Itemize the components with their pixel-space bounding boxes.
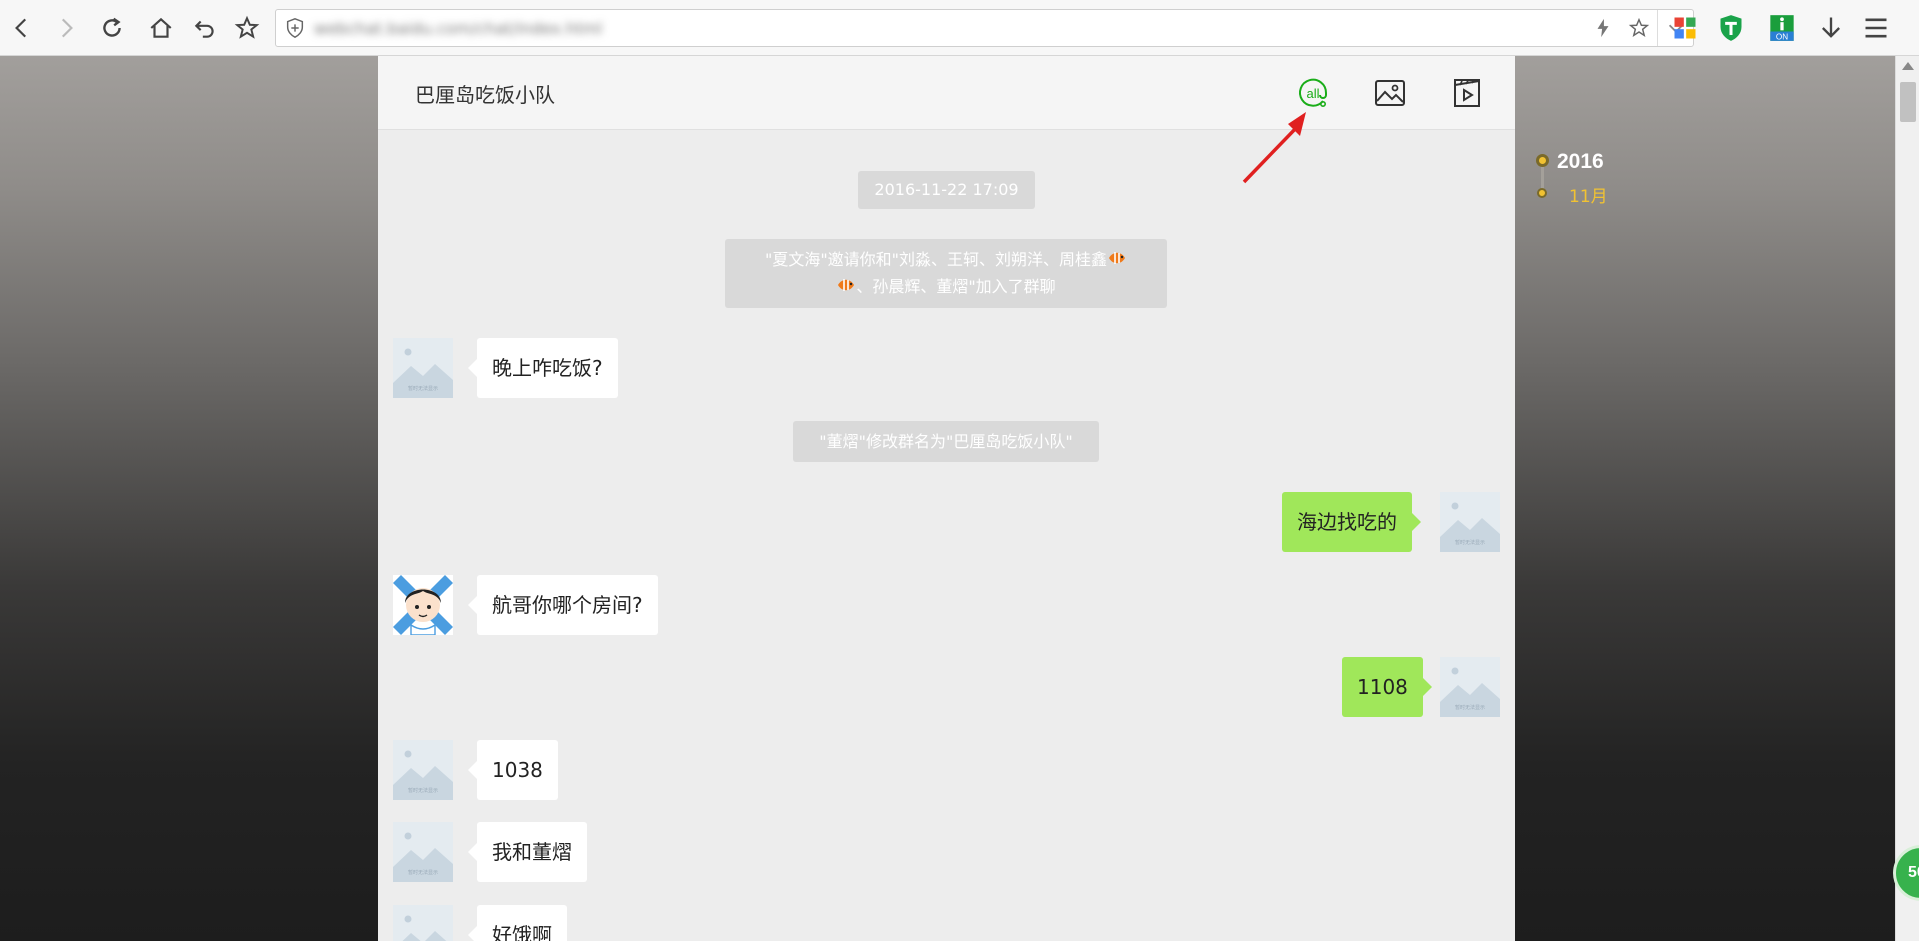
system-message-rename: "董熠"修改群名为"巴厘岛吃饭小队": [793, 421, 1099, 462]
fish-emoji-icon: [838, 279, 855, 291]
message-bubble-left[interactable]: 1038: [468, 740, 558, 800]
date-timeline: 2016 11月: [1535, 150, 1635, 210]
avatar-placeholder-text: 暂时无法显示: [408, 869, 438, 876]
url-text[interactable]: webchat.baidu.com/chat/index.html: [314, 18, 602, 40]
image-icon[interactable]: [1371, 74, 1409, 112]
message-bubble-left[interactable]: 晚上咋吃饭?: [468, 338, 618, 398]
shield-t-icon[interactable]: [1713, 10, 1749, 46]
menu-icon[interactable]: [1858, 10, 1894, 46]
apps-grid-icon[interactable]: [1667, 10, 1703, 46]
scroll-up-icon[interactable]: [1902, 62, 1914, 70]
at-all-label: all: [1306, 86, 1319, 101]
scroll-thumb[interactable]: [1900, 82, 1916, 122]
ext-on-label: ON: [1776, 33, 1788, 42]
avatar-placeholder[interactable]: 暂时无法显示: [393, 740, 453, 800]
info-on-icon[interactable]: ON: [1764, 10, 1800, 46]
system-message-text: "夏文海"邀请你和"刘淼、王轲、刘朔洋、周桂鑫: [764, 250, 1108, 269]
chat-title: 巴厘岛吃饭小队: [415, 83, 555, 107]
back-icon[interactable]: [4, 10, 40, 46]
avatar-cartoon-boy[interactable]: [393, 575, 453, 635]
avatar-placeholder-text: 暂时无法显示: [1455, 539, 1485, 546]
download-icon[interactable]: [1813, 10, 1849, 46]
avatar-placeholder[interactable]: 暂时无法显示: [1440, 492, 1500, 552]
avatar-placeholder-text: 暂时无法显示: [1455, 704, 1485, 711]
star-icon[interactable]: [1621, 10, 1657, 46]
chat-header: 巴厘岛吃饭小队 all: [378, 56, 1515, 130]
system-message-line: 、孙晨辉、董熠"加入了群聊: [735, 273, 1157, 300]
avatar-placeholder-text: 暂时无法显示: [408, 385, 438, 392]
fish-emoji-icon: [1109, 252, 1126, 264]
system-message-text: 、孙晨辉、董熠"加入了群聊: [856, 277, 1056, 296]
address-bar[interactable]: webchat.baidu.com/chat/index.html: [275, 9, 1694, 47]
video-icon[interactable]: [1448, 74, 1486, 112]
avatar-placeholder[interactable]: 暂时无法显示: [393, 905, 453, 941]
at-all-icon[interactable]: all: [1294, 74, 1332, 112]
timeline-year-dot: [1536, 154, 1549, 167]
avatar-placeholder[interactable]: 暂时无法显示: [393, 822, 453, 882]
bookmark-star-icon[interactable]: [229, 10, 265, 46]
message-bubble-right[interactable]: 海边找吃的: [1282, 492, 1421, 552]
chat-panel: 巴厘岛吃饭小队 all 2016-11-22 17:09 "夏文海"邀请你和"刘…: [378, 56, 1515, 941]
timeline-month-dot: [1537, 188, 1547, 198]
timeline-month[interactable]: 11月: [1569, 182, 1608, 207]
message-bubble-left[interactable]: 航哥你哪个房间?: [468, 575, 658, 635]
timestamp-pill: 2016-11-22 17:09: [858, 171, 1035, 209]
home-icon[interactable]: [143, 10, 179, 46]
undo-icon[interactable]: [187, 10, 223, 46]
reload-icon[interactable]: [94, 10, 130, 46]
flash-icon[interactable]: [1585, 10, 1621, 46]
avatar-placeholder[interactable]: 暂时无法显示: [393, 338, 453, 398]
avatar-placeholder[interactable]: 暂时无法显示: [1440, 657, 1500, 717]
system-message-line: "夏文海"邀请你和"刘淼、王轲、刘朔洋、周桂鑫: [735, 246, 1157, 273]
browser-toolbar: webchat.baidu.com/chat/index.html ON: [0, 0, 1919, 56]
avatar-placeholder-text: 暂时无法显示: [408, 787, 438, 794]
page-scrollbar[interactable]: [1895, 56, 1919, 941]
message-bubble-left[interactable]: 好饿啊: [468, 905, 567, 941]
shield-icon: [284, 17, 306, 39]
message-bubble-right[interactable]: 1108: [1342, 657, 1432, 717]
forward-icon[interactable]: [48, 10, 84, 46]
system-message-invite: "夏文海"邀请你和"刘淼、王轲、刘朔洋、周桂鑫 、孙晨辉、董熠"加入了群聊: [725, 239, 1167, 308]
message-bubble-left[interactable]: 我和董熠: [468, 822, 587, 882]
timeline-year[interactable]: 2016: [1557, 150, 1604, 174]
